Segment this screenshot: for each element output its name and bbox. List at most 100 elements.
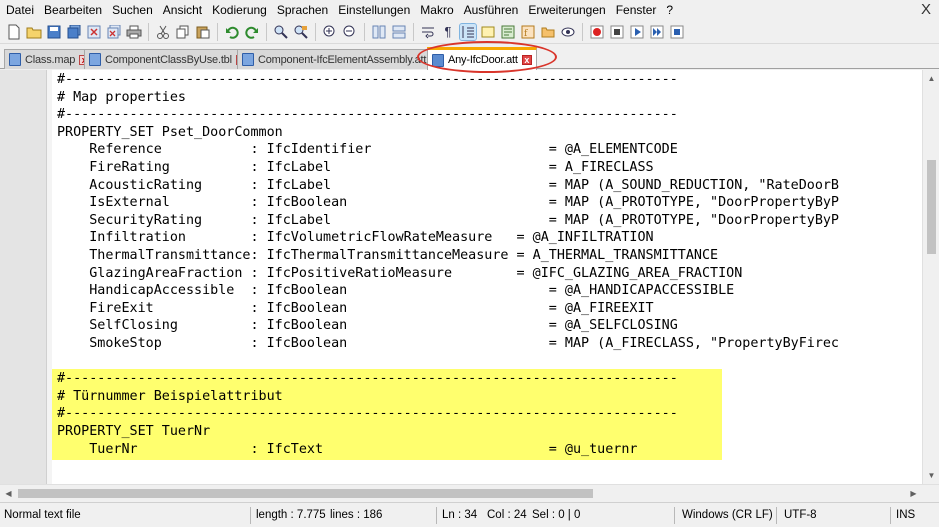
menu-help[interactable]: ? xyxy=(661,0,678,20)
menu-erweiterungen[interactable]: Erweiterungen xyxy=(523,0,610,20)
code-line[interactable]: 37#-------------------------------------… xyxy=(52,71,922,89)
paste-icon[interactable] xyxy=(195,24,211,40)
file-saved-icon xyxy=(432,53,444,67)
line-text: #---------------------------------------… xyxy=(57,107,678,123)
menu-suchen[interactable]: Suchen xyxy=(107,0,158,20)
zoom-out-icon[interactable] xyxy=(342,24,358,40)
code-line[interactable]: 43 AcousticRating : IfcLabel = MAP (A_SO… xyxy=(52,177,922,195)
undo-icon[interactable] xyxy=(224,24,240,40)
record-macro-icon[interactable] xyxy=(589,24,605,40)
line-text: AcousticRating : IfcLabel = MAP (A_SOUND… xyxy=(57,177,839,193)
find-icon[interactable] xyxy=(273,24,289,40)
status-divider xyxy=(436,507,437,524)
scroll-up-arrow-icon[interactable]: ▲ xyxy=(923,70,939,87)
code-line[interactable]: 56#-------------------------------------… xyxy=(52,405,922,423)
code-line[interactable]: 41 Reference : IfcIdentifier = @A_ELEMEN… xyxy=(52,141,922,159)
user-defined-language-icon[interactable] xyxy=(480,24,496,40)
close-all-icon[interactable] xyxy=(106,24,122,40)
playback-macro-icon[interactable] xyxy=(629,24,645,40)
new-file-icon[interactable] xyxy=(6,24,22,40)
save-icon[interactable] xyxy=(46,24,62,40)
print-icon[interactable] xyxy=(126,24,142,40)
menu-ansicht[interactable]: Ansicht xyxy=(158,0,207,20)
text-editor[interactable]: 37#-------------------------------------… xyxy=(0,70,939,484)
cut-icon[interactable] xyxy=(155,24,171,40)
word-wrap-icon[interactable] xyxy=(420,24,436,40)
status-divider xyxy=(890,507,891,524)
code-line[interactable]: 50 FireExit : IfcBoolean = @A_FIREEXIT xyxy=(52,300,922,318)
menu-sprachen[interactable]: Sprachen xyxy=(272,0,333,20)
sync-horizontal-icon[interactable] xyxy=(391,24,407,40)
horizontal-scroll-thumb[interactable] xyxy=(18,489,593,498)
code-line[interactable]: 38# Map properties xyxy=(52,89,922,107)
toolbar-separator xyxy=(217,22,218,41)
code-line[interactable]: 53 xyxy=(52,353,922,371)
tab-class-map[interactable]: Class.map x xyxy=(4,49,95,69)
redo-icon[interactable] xyxy=(244,24,260,40)
code-line[interactable]: 46 Infiltration : IfcVolumetricFlowRateM… xyxy=(52,229,922,247)
scroll-right-arrow-icon[interactable]: ▶ xyxy=(905,485,922,502)
open-file-icon[interactable] xyxy=(26,24,42,40)
code-line[interactable]: 44 IsExternal : IfcBoolean = MAP (A_PROT… xyxy=(52,194,922,212)
tab-label: ComponentClassByUse.tbl xyxy=(105,53,232,66)
stop-recording-icon[interactable] xyxy=(609,24,625,40)
status-length: length : 7.775 xyxy=(256,509,326,521)
code-line[interactable]: 60 xyxy=(52,476,922,484)
vertical-scrollbar[interactable]: ▲ ▼ xyxy=(922,70,939,484)
monitoring-icon[interactable] xyxy=(560,24,576,40)
line-text: #---------------------------------------… xyxy=(57,371,678,387)
close-document-button[interactable]: X xyxy=(921,0,931,20)
code-line[interactable]: 40PROPERTY_SET Pset_DoorCommon xyxy=(52,124,922,142)
code-line[interactable]: 59 xyxy=(52,458,922,476)
code-line[interactable]: 51 SelfClosing : IfcBoolean = @A_SELFCLO… xyxy=(52,317,922,335)
folder-as-workspace-icon[interactable] xyxy=(540,24,556,40)
vertical-scroll-thumb[interactable] xyxy=(927,160,936,254)
menu-einstellungen[interactable]: Einstellungen xyxy=(333,0,415,20)
code-line[interactable]: 39#-------------------------------------… xyxy=(52,106,922,124)
line-text: SmokeStop : IfcBoolean = MAP (A_FIRECLAS… xyxy=(57,336,839,351)
scroll-down-arrow-icon[interactable]: ▼ xyxy=(923,467,939,484)
menu-fenster[interactable]: Fenster xyxy=(611,0,662,20)
status-lines: lines : 186 xyxy=(330,509,383,521)
code-line[interactable]: 47 ThermalTransmittance: IfcThermalTrans… xyxy=(52,247,922,265)
code-line[interactable]: 49 HandicapAccessible : IfcBoolean = @A_… xyxy=(52,282,922,300)
code-area[interactable]: 37#-------------------------------------… xyxy=(52,70,922,484)
code-line[interactable]: 55# Türnummer Beispielattribut xyxy=(52,388,922,406)
code-line[interactable]: 45 SecurityRating : IfcLabel = MAP (A_PR… xyxy=(52,212,922,230)
horizontal-scrollbar[interactable]: ◀ ▶ xyxy=(0,484,939,502)
document-map-icon[interactable] xyxy=(500,24,516,40)
tab-component-ifc-element-assembly[interactable]: Component-IfcElementAssembly.att x xyxy=(237,49,446,69)
menu-bearbeiten[interactable]: Bearbeiten xyxy=(39,0,107,20)
menu-datei[interactable]: Datei xyxy=(0,0,39,20)
sync-vertical-icon[interactable] xyxy=(371,24,387,40)
run-macro-multiple-icon[interactable] xyxy=(649,24,665,40)
line-number-gutter xyxy=(0,70,47,484)
show-all-characters-icon[interactable]: ¶ xyxy=(440,24,456,40)
code-line[interactable]: 52 SmokeStop : IfcBoolean = MAP (A_FIREC… xyxy=(52,335,922,353)
code-line[interactable]: 57PROPERTY_SET TuerNr xyxy=(52,423,922,441)
toolbar-separator xyxy=(364,22,365,41)
line-text: IsExternal : IfcBoolean = MAP (A_PROTOTY… xyxy=(57,195,839,211)
scroll-left-arrow-icon[interactable]: ◀ xyxy=(0,485,17,502)
close-icon[interactable] xyxy=(86,24,102,40)
code-line[interactable]: 42 FireRating : IfcLabel = A_FIRECLASS xyxy=(52,159,922,177)
tab-close-icon[interactable]: x xyxy=(521,55,532,65)
replace-icon[interactable] xyxy=(293,24,309,40)
function-list-icon[interactable]: f xyxy=(520,24,536,40)
zoom-in-icon[interactable] xyxy=(322,24,338,40)
menu-makro[interactable]: Makro xyxy=(415,0,458,20)
code-line[interactable]: 48 GlazingAreaFraction : IfcPositiveRati… xyxy=(52,265,922,283)
tab-component-class-by-use[interactable]: ComponentClassByUse.tbl x xyxy=(84,49,251,69)
scrollbar-corner xyxy=(922,485,939,502)
tab-any-ifc-door[interactable]: Any-IfcDoor.att x xyxy=(427,47,537,70)
indent-guide-icon[interactable] xyxy=(459,22,477,41)
save-macro-icon[interactable] xyxy=(669,24,685,40)
status-bar: Normal text file length : 7.775 lines : … xyxy=(0,502,939,527)
code-line[interactable]: 58 TuerNr : IfcText = @u_tuernr xyxy=(52,441,922,459)
save-all-icon[interactable] xyxy=(66,24,82,40)
copy-icon[interactable] xyxy=(175,24,191,40)
menu-ausfuehren[interactable]: Ausführen xyxy=(459,0,524,20)
code-line[interactable]: 54#-------------------------------------… xyxy=(52,370,922,388)
menu-kodierung[interactable]: Kodierung xyxy=(207,0,272,20)
toolbar-separator xyxy=(266,22,267,41)
